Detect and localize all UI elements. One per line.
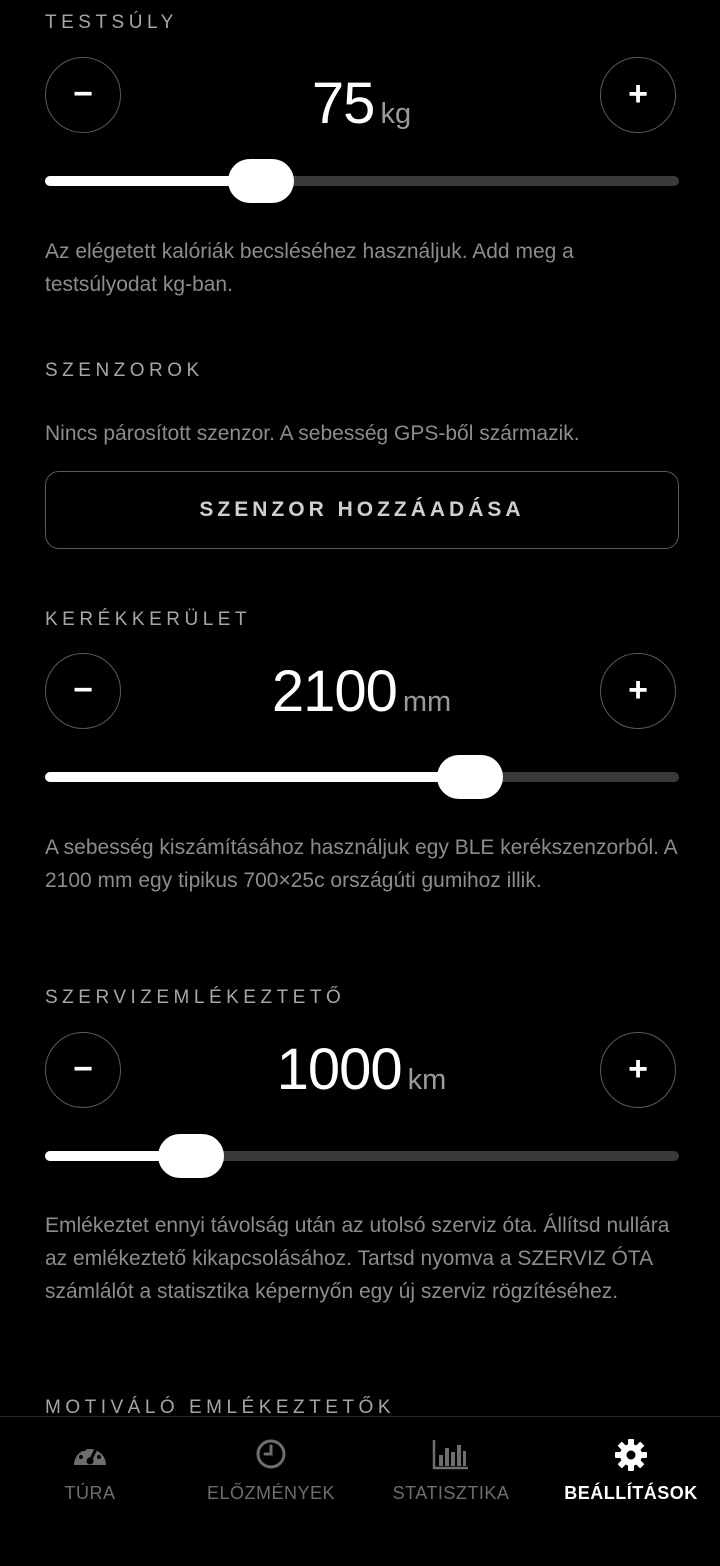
wheel-help-text: A sebesség kiszámításához használjuk egy… xyxy=(45,836,677,892)
service-slider-thumb[interactable] xyxy=(157,1134,224,1178)
tab-statistics[interactable]: STATISZTIKA xyxy=(361,1435,541,1504)
wheel-slider[interactable] xyxy=(45,755,679,799)
bottom-tab-bar: TÚRA ELŐZMÉNYEK STATISZTIKA BEÁLLÍTÁSOK xyxy=(0,1416,720,1566)
tab-ride-label: TÚRA xyxy=(64,1483,116,1503)
weight-unit: kg xyxy=(380,98,412,130)
tab-ride[interactable]: TÚRA xyxy=(0,1435,180,1504)
service-help-text: Emlékeztet ennyi távolság után az utolsó… xyxy=(45,1214,670,1303)
tab-statistics-label: STATISZTIKA xyxy=(392,1483,510,1503)
service-decrease-button[interactable]: − xyxy=(45,1032,121,1108)
wheel-section-label: KERÉKKERÜLET xyxy=(45,609,252,630)
weight-increase-button[interactable]: + xyxy=(600,57,676,133)
wheel-value-display: 2100 mm xyxy=(123,658,600,725)
tab-history[interactable]: ELŐZMÉNYEK xyxy=(181,1435,361,1504)
wheel-slider-fill xyxy=(45,772,470,782)
weight-section-label: TESTSÚLY xyxy=(45,12,178,33)
weight-value: 75 xyxy=(311,71,376,136)
bar-chart-icon xyxy=(432,1440,468,1470)
sensors-status-text: Nincs párosított szenzor. A sebesség GPS… xyxy=(45,422,580,445)
wheel-slider-thumb[interactable] xyxy=(436,755,503,799)
service-unit: km xyxy=(407,1064,447,1096)
minus-icon: − xyxy=(73,75,93,113)
tab-settings-label: BEÁLLÍTÁSOK xyxy=(564,1483,698,1503)
add-sensor-button[interactable]: SZENZOR HOZZÁADÁSA xyxy=(45,471,679,549)
plus-icon: + xyxy=(628,671,648,709)
weight-value-display: 75 kg xyxy=(123,70,600,137)
weight-slider-thumb[interactable] xyxy=(227,159,294,203)
tab-settings[interactable]: BEÁLLÍTÁSOK xyxy=(541,1435,720,1504)
speedometer-icon xyxy=(74,1444,106,1465)
service-section-label: SZERVIZEMLÉKEZTETŐ xyxy=(45,987,346,1008)
wheel-value: 2100 xyxy=(271,659,398,724)
weight-help-text: Az elégetett kalóriák becsléséhez haszná… xyxy=(45,240,574,296)
plus-icon: + xyxy=(628,75,648,113)
wheel-unit: mm xyxy=(402,686,452,718)
service-value-display: 1000 km xyxy=(123,1036,600,1103)
wheel-decrease-button[interactable]: − xyxy=(45,653,121,729)
plus-icon: + xyxy=(628,1050,648,1088)
minus-icon: − xyxy=(73,1050,93,1088)
service-increase-button[interactable]: + xyxy=(600,1032,676,1108)
service-slider[interactable] xyxy=(45,1134,679,1178)
weight-decrease-button[interactable]: − xyxy=(45,57,121,133)
service-value: 1000 xyxy=(276,1037,403,1102)
gear-icon xyxy=(615,1439,647,1471)
sensors-section-label: SZENZOROK xyxy=(45,360,204,381)
tab-history-label: ELŐZMÉNYEK xyxy=(206,1483,336,1503)
clock-icon xyxy=(256,1439,286,1469)
wheel-increase-button[interactable]: + xyxy=(600,653,676,729)
weight-slider[interactable] xyxy=(45,159,679,203)
minus-icon: − xyxy=(73,671,93,709)
